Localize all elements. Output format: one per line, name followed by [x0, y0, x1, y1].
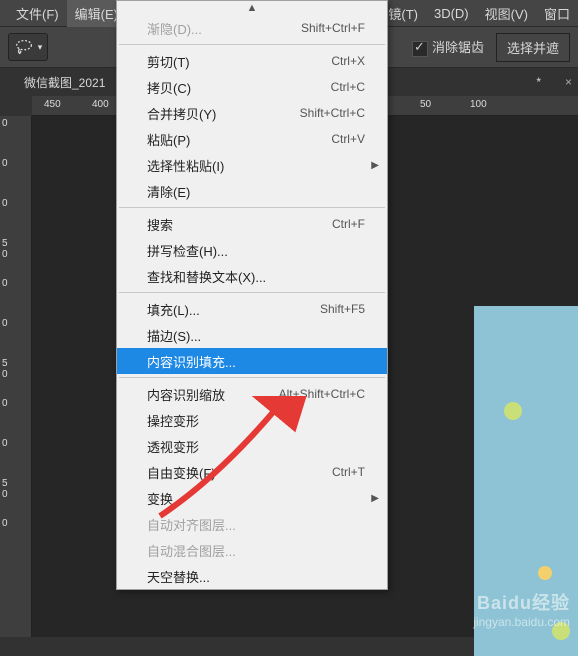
menu-item[interactable]: 变换 ▶	[117, 485, 387, 511]
submenu-arrow-icon: ▶	[371, 160, 379, 171]
menu-item[interactable]: 查找和替换文本(X)...	[117, 263, 387, 289]
menu-item[interactable]: 搜索Ctrl+F	[117, 211, 387, 237]
menu-separator	[119, 377, 385, 378]
shape-dot	[504, 402, 522, 420]
menu-item: 渐隐(D)...Shift+Ctrl+F	[117, 15, 387, 41]
menu-item-label: 渐隐(D)...	[147, 19, 301, 38]
antialias-option[interactable]: 消除锯齿	[412, 37, 484, 57]
menu-item-label: 内容识别缩放	[147, 385, 279, 404]
menu-item-label: 内容识别填充...	[147, 352, 365, 371]
menu-item[interactable]: 合并拷贝(Y)Shift+Ctrl+C	[117, 100, 387, 126]
menu-item[interactable]: 描边(S)...	[117, 322, 387, 348]
menu-item-shortcut: Ctrl+F	[332, 217, 365, 231]
menu-scroll-up[interactable]: ▲	[117, 1, 387, 15]
menu-item-label: 清除(E)	[147, 182, 365, 201]
menu-item-shortcut: Shift+Ctrl+F	[301, 21, 365, 35]
menu-item-shortcut: Alt+Shift+Ctrl+C	[279, 387, 365, 401]
lasso-tool-button[interactable]: ▾	[8, 33, 48, 61]
select-mask-button[interactable]: 选择并遮	[496, 33, 570, 62]
menu-item[interactable]: 自由变换(F)Ctrl+T	[117, 459, 387, 485]
menu-item: 自动混合图层...	[117, 537, 387, 563]
menu-item-label: 粘贴(P)	[147, 130, 331, 149]
menu-item-label: 变换	[147, 489, 365, 508]
watermark: Baidu经验 jingyan.baidu.com	[473, 589, 570, 629]
menu-item-shortcut: Shift+Ctrl+C	[300, 106, 365, 120]
menu-item-label: 合并拷贝(Y)	[147, 104, 300, 123]
chevron-down-icon: ▾	[38, 42, 43, 53]
menu-separator	[119, 292, 385, 293]
menu-item[interactable]: 清除(E)	[117, 178, 387, 204]
menu-item-label: 自动对齐图层...	[147, 515, 365, 534]
menu-item-label: 查找和替换文本(X)...	[147, 267, 365, 286]
menu-item-label: 自由变换(F)	[147, 463, 332, 482]
menu-window[interactable]: 窗口	[536, 0, 578, 27]
menu-item-label: 描边(S)...	[147, 326, 365, 345]
menu-item-label: 搜索	[147, 215, 332, 234]
menu-item[interactable]: 填充(L)...Shift+F5	[117, 296, 387, 322]
menu-view[interactable]: 视图(V)	[477, 0, 536, 27]
menu-file[interactable]: 文件(F)	[8, 0, 67, 27]
edit-menu-dropdown: ▲ 渐隐(D)...Shift+Ctrl+F剪切(T)Ctrl+X拷贝(C)Ct…	[116, 0, 388, 590]
menu-item[interactable]: 天空替换...	[117, 563, 387, 589]
menu-item-label: 自动混合图层...	[147, 541, 365, 560]
menu-item-shortcut: Ctrl+X	[331, 54, 365, 68]
menu-item-shortcut: Ctrl+C	[331, 80, 365, 94]
menu-item[interactable]: 选择性粘贴(I) ▶	[117, 152, 387, 178]
menu-item-label: 拷贝(C)	[147, 78, 331, 97]
menu-item: 自动对齐图层...	[117, 511, 387, 537]
menu-item[interactable]: 拷贝(C)Ctrl+C	[117, 74, 387, 100]
menu-item-label: 操控变形	[147, 411, 365, 430]
menu-item-shortcut: Shift+F5	[320, 302, 365, 316]
menu-item[interactable]: 操控变形	[117, 407, 387, 433]
shape-dot	[538, 566, 552, 580]
menu-item[interactable]: 剪切(T)Ctrl+X	[117, 48, 387, 74]
menu-item[interactable]: 内容识别填充...	[117, 348, 387, 374]
antialias-checkbox[interactable]	[412, 41, 428, 57]
vertical-ruler: 0 0 0 5 0 0 0 5 0 0 0 5 0 0	[0, 116, 32, 637]
document-tab[interactable]: 微信截图_2021	[18, 70, 111, 95]
menu-item-shortcut: Ctrl+T	[332, 465, 365, 479]
menu-item-label: 透视变形	[147, 437, 365, 456]
menu-item-label: 剪切(T)	[147, 52, 331, 71]
menu-item-label: 填充(L)...	[147, 300, 320, 319]
menu-separator	[119, 207, 385, 208]
menu-3d[interactable]: 3D(D)	[426, 2, 477, 25]
close-tab-icon[interactable]: ×	[559, 71, 578, 93]
menu-item[interactable]: 内容识别缩放Alt+Shift+Ctrl+C	[117, 381, 387, 407]
menu-item-label: 选择性粘贴(I)	[147, 156, 365, 175]
menu-item-shortcut: Ctrl+V	[331, 132, 365, 146]
menu-separator	[119, 44, 385, 45]
menu-item[interactable]: 透视变形	[117, 433, 387, 459]
menu-item[interactable]: 粘贴(P)Ctrl+V	[117, 126, 387, 152]
menu-item[interactable]: 拼写检查(H)...	[117, 237, 387, 263]
menu-item-label: 拼写检查(H)...	[147, 241, 365, 260]
document-tab-ext: *	[530, 71, 547, 93]
submenu-arrow-icon: ▶	[371, 493, 379, 504]
menu-item-label: 天空替换...	[147, 567, 365, 586]
